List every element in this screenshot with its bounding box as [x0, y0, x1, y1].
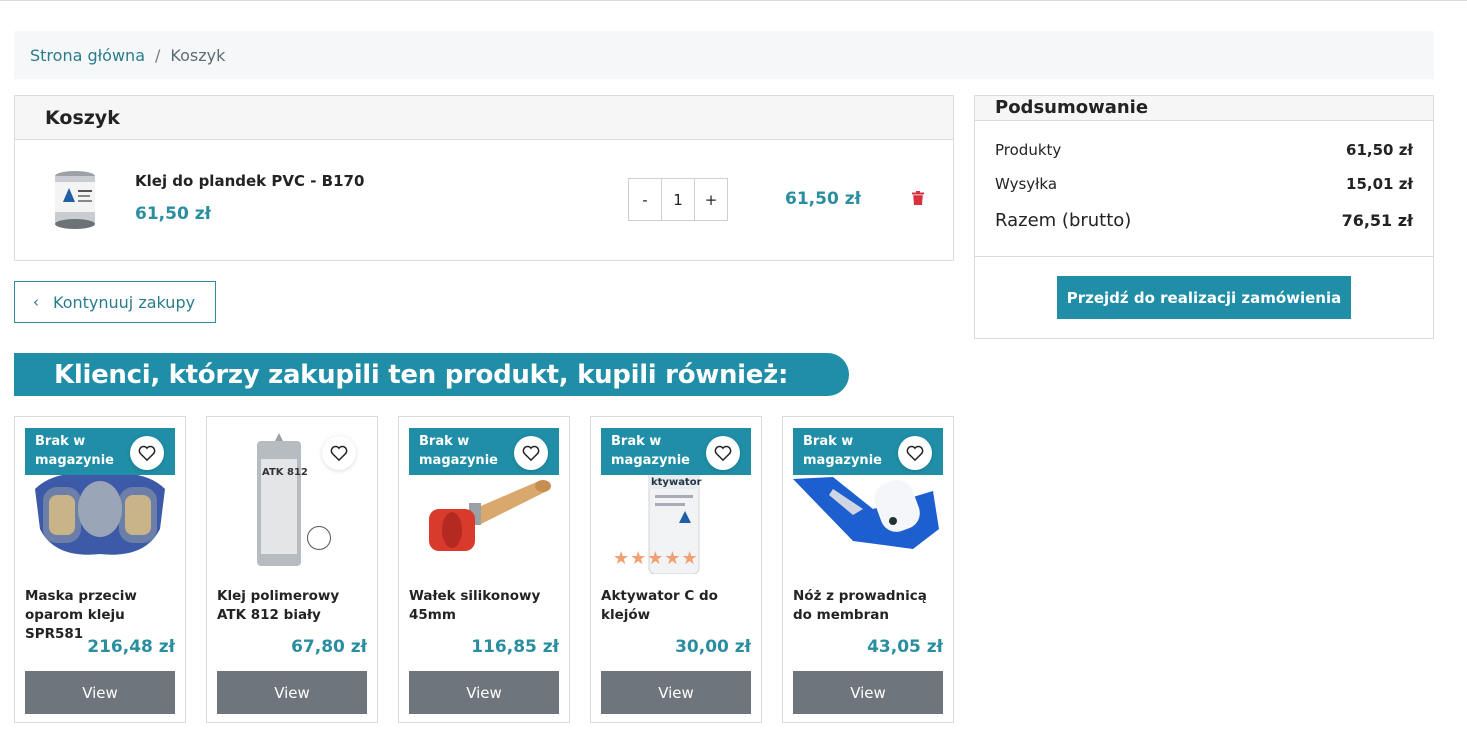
trash-icon[interactable]	[912, 191, 924, 205]
summary-total-row: Razem (brutto) 76,51 zł	[995, 210, 1413, 231]
product-card-price: 30,00 zł	[675, 637, 751, 657]
cart-title: Koszyk	[15, 96, 953, 140]
product-card-name[interactable]: Klej polimerowy ATK 812 biały	[217, 587, 369, 625]
view-product-button[interactable]: View	[217, 671, 367, 714]
breadcrumb-separator: /	[155, 45, 161, 65]
product-card-name[interactable]: Wałek silikonowy 45mm	[409, 587, 561, 625]
summary-total-label: Razem (brutto)	[995, 210, 1132, 231]
product-card-name[interactable]: Aktywator C do klejów	[601, 587, 753, 625]
cart-item-row: Klej do plandek PVC - B170 61,50 zł - 1 …	[15, 140, 953, 260]
variant-selector[interactable]	[307, 526, 331, 550]
cart-item-line-total: 61,50 zł	[785, 189, 861, 209]
wishlist-heart-icon[interactable]	[514, 436, 548, 470]
view-product-button[interactable]: View	[601, 671, 751, 714]
product-card-price: 216,48 zł	[87, 637, 175, 657]
breadcrumb-home-link[interactable]: Strona główna	[30, 46, 145, 65]
cart-panel: Koszyk Klej do plandek PVC - B170 61,50 …	[14, 95, 954, 261]
cart-item-unit-price: 61,50 zł	[135, 204, 211, 224]
qty-increase-button[interactable]: +	[695, 179, 727, 220]
rating-stars: ★★★★★	[613, 548, 699, 569]
product-card[interactable]: Brak w magazynie Wałek silikonowy 45mm 1…	[398, 416, 570, 723]
view-product-button[interactable]: View	[793, 671, 943, 714]
checkout-button[interactable]: Przejdź do realizacji zamówienia	[1057, 276, 1351, 319]
summary-shipping-value: 15,01 zł	[1346, 175, 1413, 193]
qty-decrease-button[interactable]: -	[629, 179, 661, 220]
summary-shipping-label: Wysyłka	[995, 175, 1058, 193]
order-summary: Podsumowanie Produkty 61,50 zł Wysyłka 1…	[974, 95, 1434, 339]
wishlist-heart-icon[interactable]	[898, 436, 932, 470]
summary-products-label: Produkty	[995, 141, 1062, 159]
summary-total-value: 76,51 zł	[1341, 211, 1413, 230]
summary-products-value: 61,50 zł	[1346, 141, 1413, 159]
product-card[interactable]: ktywator ★★★★★ Brak w magazynie Aktywato…	[590, 416, 762, 723]
wishlist-heart-icon[interactable]	[130, 436, 164, 470]
svg-text:ktywator: ktywator	[651, 477, 702, 488]
cart-item-name[interactable]: Klej do plandek PVC - B170	[135, 172, 364, 190]
breadcrumb: Strona główna / Koszyk	[14, 31, 1434, 79]
continue-shopping-label: Kontynuuj zakupy	[53, 292, 196, 312]
svg-text:ATK 812: ATK 812	[262, 467, 308, 478]
summary-shipping-row: Wysyłka 15,01 zł	[995, 175, 1413, 193]
product-card[interactable]: Brak w magazynie Nóż z prowadnicą do mem…	[782, 416, 954, 723]
summary-products-row: Produkty 61,50 zł	[995, 141, 1413, 159]
recommendations-title: Klienci, którzy zakupili ten produkt, ku…	[14, 353, 849, 396]
chevron-left-icon: ‹	[33, 293, 39, 311]
product-card-price: 67,80 zł	[291, 637, 367, 657]
product-card[interactable]: ATK 812 Klej polimerowy ATK 812 biały 67…	[206, 416, 378, 723]
qty-input[interactable]: 1	[661, 179, 695, 220]
wishlist-heart-icon[interactable]	[706, 436, 740, 470]
view-product-button[interactable]: View	[409, 671, 559, 714]
continue-shopping-button[interactable]: ‹ Kontynuuj zakupy	[14, 281, 216, 323]
summary-title: Podsumowanie	[975, 96, 1433, 121]
view-product-button[interactable]: View	[25, 671, 175, 714]
top-divider	[0, 0, 1467, 1]
wishlist-heart-icon[interactable]	[322, 436, 356, 470]
product-card-name[interactable]: Nóż z prowadnicą do membran	[793, 587, 945, 625]
quantity-stepper: - 1 +	[628, 178, 728, 221]
product-card[interactable]: Brak w magazynie Maska przeciw oparom kl…	[14, 416, 186, 723]
product-card-price: 116,85 zł	[471, 637, 559, 657]
breadcrumb-current: Koszyk	[170, 45, 226, 65]
product-card-price: 43,05 zł	[867, 637, 943, 657]
product-thumbnail[interactable]	[51, 168, 99, 232]
product-card-name[interactable]: Maska przeciw oparom kleju SPR581	[25, 587, 177, 644]
summary-divider	[975, 256, 1433, 257]
